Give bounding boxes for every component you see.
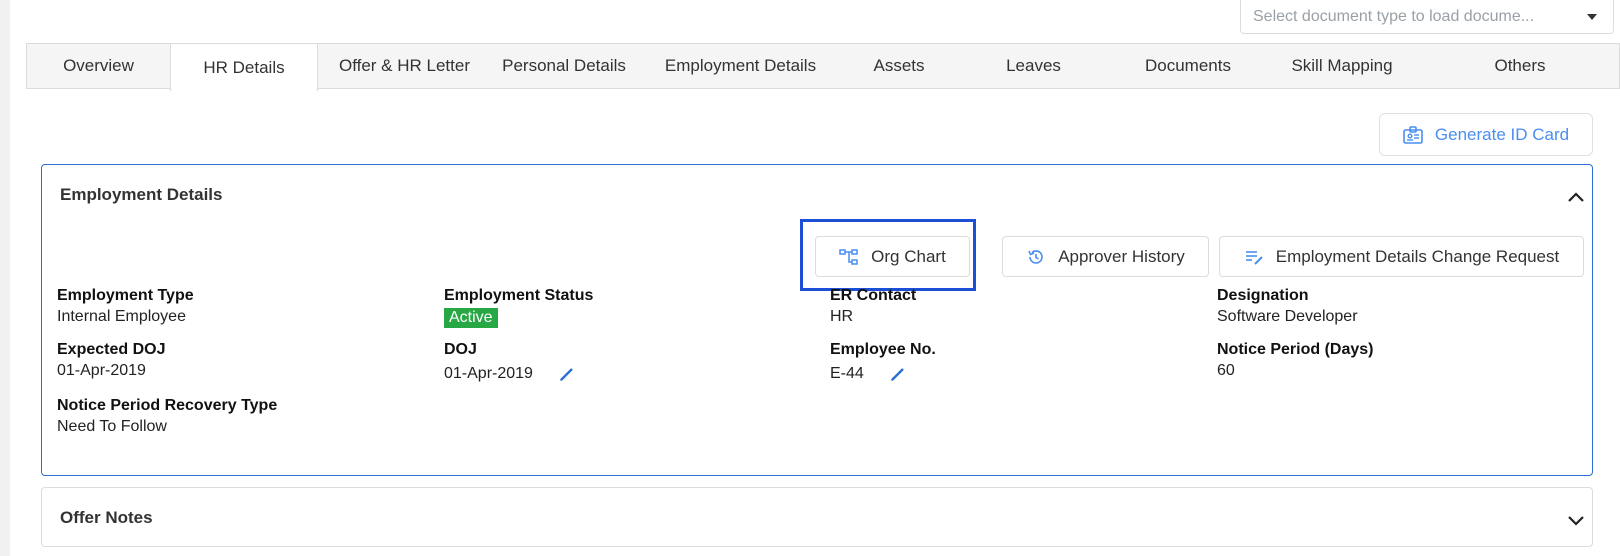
notice-recovery-value: Need To Follow bbox=[57, 418, 167, 435]
change-request-label: Employment Details Change Request bbox=[1275, 246, 1560, 266]
employee-no-field: Employee No. E-44 bbox=[830, 341, 936, 383]
document-type-placeholder: Select document type to load docume... bbox=[1253, 7, 1535, 25]
er-contact-field: ER Contact HR bbox=[830, 287, 916, 326]
caret-down-icon[interactable] bbox=[1587, 13, 1597, 20]
tab-overview[interactable]: Overview bbox=[27, 44, 170, 88]
notice-period-label: Notice Period (Days) bbox=[1217, 341, 1374, 358]
tab-hr-details[interactable]: HR Details bbox=[170, 44, 318, 91]
employment-status-label: Employment Status bbox=[444, 287, 594, 304]
tab-bar: Overview HR Details Offer & HR Letter Pe… bbox=[26, 43, 1620, 91]
history-icon bbox=[1028, 249, 1043, 264]
chevron-up-icon[interactable] bbox=[1566, 187, 1586, 207]
change-request-button[interactable]: Employment Details Change Request bbox=[1219, 236, 1584, 277]
employment-details-title: Employment Details bbox=[60, 185, 223, 204]
employee-no-label: Employee No. bbox=[830, 341, 936, 358]
expected-doj-value: 01-Apr-2019 bbox=[57, 362, 146, 379]
notice-period-field: Notice Period (Days) 60 bbox=[1217, 341, 1373, 380]
notice-recovery-label: Notice Period Recovery Type bbox=[57, 397, 278, 414]
offer-notes-title: Offer Notes bbox=[60, 508, 153, 527]
doj-field: DOJ 01-Apr-2019 bbox=[444, 341, 575, 383]
designation-field: Designation Software Developer bbox=[1217, 287, 1358, 326]
tab-assets[interactable]: Assets bbox=[844, 44, 954, 88]
tab-leaves[interactable]: Leaves bbox=[954, 44, 1113, 88]
approver-history-label: Approver History bbox=[1058, 246, 1185, 266]
expected-doj-label: Expected DOJ bbox=[57, 341, 166, 358]
tab-employment-details[interactable]: Employment Details bbox=[637, 44, 844, 88]
offer-notes-panel[interactable]: Offer Notes bbox=[41, 487, 1593, 547]
tab-offer-hr-letter[interactable]: Offer & HR Letter bbox=[318, 44, 491, 88]
doj-label: DOJ bbox=[444, 341, 477, 358]
employment-type-value: Internal Employee bbox=[57, 308, 186, 325]
pencil-icon[interactable] bbox=[559, 366, 575, 382]
org-chart-highlight bbox=[800, 219, 976, 291]
employment-details-panel: Employment Details Org Chart Approver Hi… bbox=[41, 164, 1593, 476]
tab-documents[interactable]: Documents bbox=[1113, 44, 1263, 88]
doj-value: 01-Apr-2019 bbox=[444, 365, 533, 382]
doj-row: 01-Apr-2019 bbox=[444, 365, 575, 383]
er-contact-value: HR bbox=[830, 308, 854, 325]
tab-others[interactable]: Others bbox=[1421, 44, 1619, 88]
notice-recovery-field: Notice Period Recovery Type Need To Foll… bbox=[57, 397, 277, 436]
employment-type-label: Employment Type bbox=[57, 287, 194, 304]
employment-type-field: Employment Type Internal Employee bbox=[57, 287, 194, 326]
employment-status-field: Employment Status Active bbox=[444, 287, 593, 328]
er-contact-label: ER Contact bbox=[830, 287, 917, 304]
id-card-icon bbox=[1403, 125, 1423, 144]
designation-value: Software Developer bbox=[1217, 308, 1358, 325]
employee-no-row: E-44 bbox=[830, 365, 936, 383]
status-badge: Active bbox=[444, 308, 498, 328]
designation-label: Designation bbox=[1217, 287, 1309, 304]
edit-list-icon bbox=[1245, 250, 1263, 265]
page: Select document type to load docume... O… bbox=[10, 0, 1620, 556]
expected-doj-field: Expected DOJ 01-Apr-2019 bbox=[57, 341, 165, 380]
document-type-select[interactable]: Select document type to load docume... bbox=[1240, 0, 1614, 34]
generate-id-card-button[interactable]: Generate ID Card bbox=[1379, 113, 1593, 156]
pencil-icon[interactable] bbox=[890, 366, 906, 382]
notice-period-value: 60 bbox=[1217, 362, 1235, 379]
approver-history-button[interactable]: Approver History bbox=[1002, 236, 1209, 277]
employee-no-value: E-44 bbox=[830, 365, 864, 382]
chevron-down-icon[interactable] bbox=[1566, 510, 1586, 530]
tab-personal-details[interactable]: Personal Details bbox=[491, 44, 637, 88]
tab-skill-mapping[interactable]: Skill Mapping bbox=[1263, 44, 1421, 88]
generate-id-card-label: Generate ID Card bbox=[1434, 124, 1570, 144]
